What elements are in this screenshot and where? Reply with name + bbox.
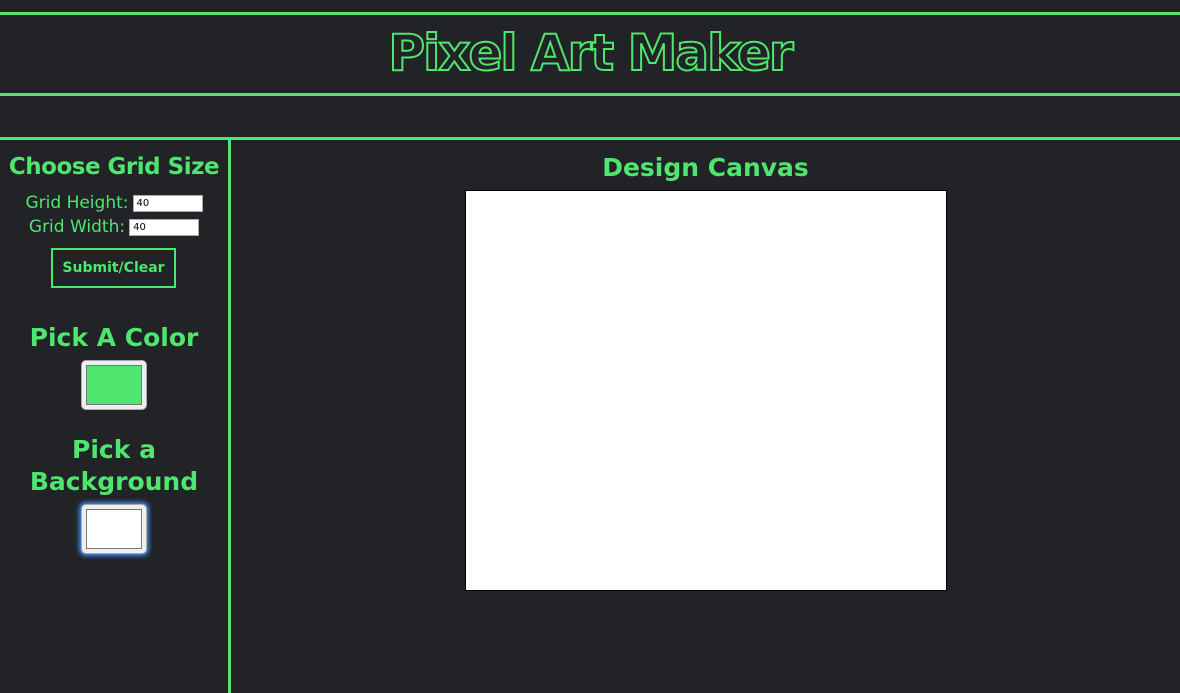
pick-background-heading: Pick a Background [29, 435, 199, 496]
pick-color-heading: Pick A Color [29, 323, 199, 352]
sidebar: Choose Grid Size Grid Height: Grid Width… [0, 140, 228, 693]
grid-width-input[interactable] [129, 218, 200, 236]
background-picker-swatch [86, 509, 142, 549]
submit-clear-button[interactable]: Submit/Clear [51, 248, 176, 288]
background-picker[interactable] [81, 504, 147, 554]
grid-height-input[interactable] [132, 194, 203, 212]
header-bottom-rule [0, 93, 1180, 96]
header-top-rule [0, 12, 1180, 15]
grid-width-row: Grid Width: [0, 216, 228, 238]
canvas-heading: Design Canvas [602, 153, 809, 182]
color-picker[interactable] [81, 360, 147, 410]
grid-height-label: Grid Height: [25, 193, 129, 213]
color-picker-swatch [86, 365, 142, 405]
grid-height-row: Grid Height: [0, 192, 228, 214]
design-canvas[interactable] [465, 190, 947, 591]
grid-width-label: Grid Width: [28, 217, 126, 237]
page-title: Pixel Art Maker [387, 23, 794, 83]
sidebar-divider [228, 138, 231, 693]
grid-size-heading: Choose Grid Size [8, 154, 220, 180]
